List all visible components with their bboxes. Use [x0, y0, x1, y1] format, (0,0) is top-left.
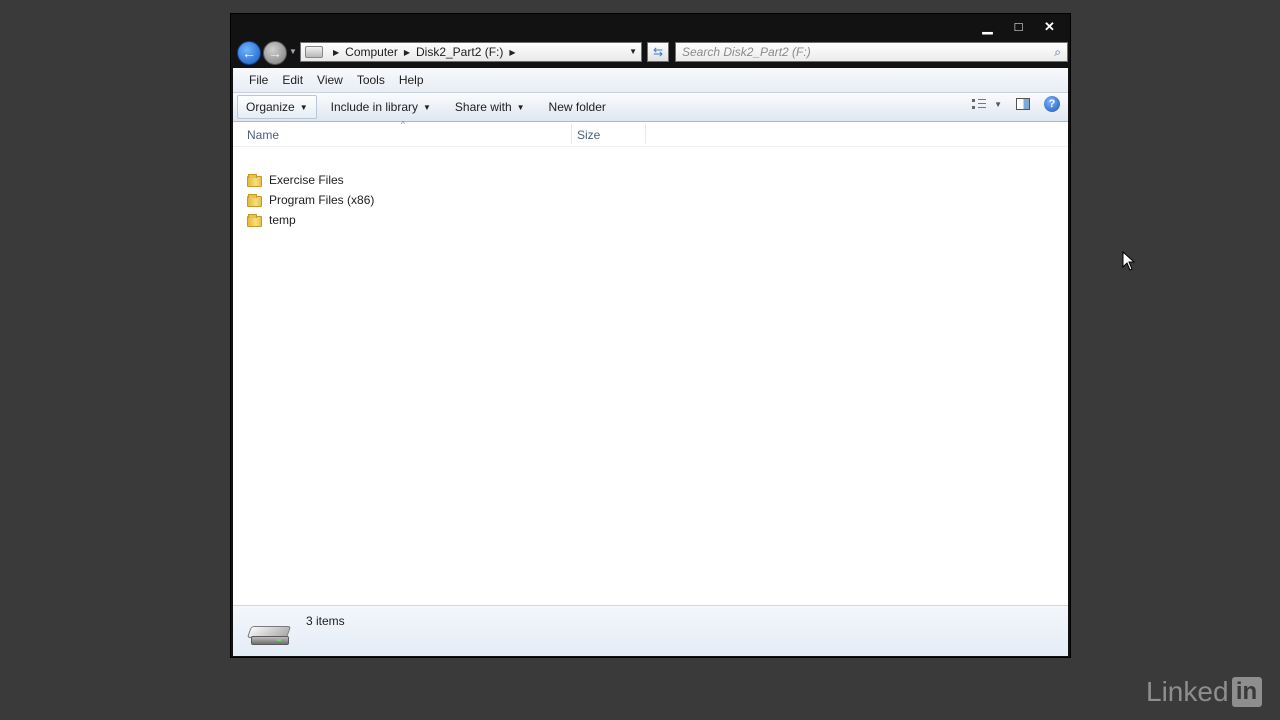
caret-down-icon[interactable]: ▼	[994, 100, 1002, 109]
file-name: Program Files (x86)	[269, 193, 375, 207]
drive-icon	[305, 46, 323, 58]
linkedin-watermark: Linked in	[1146, 676, 1262, 708]
folder-icon	[247, 193, 263, 207]
share-with-label: Share with	[454, 100, 512, 114]
details-view-icon	[972, 99, 987, 109]
address-dropdown-icon[interactable]: ▼	[629, 47, 637, 56]
maximize-button[interactable]: □	[1006, 18, 1031, 35]
help-icon[interactable]: ?	[1044, 96, 1060, 112]
search-icon[interactable]: ⌕	[1054, 45, 1061, 60]
sort-up-icon: ^	[401, 120, 405, 129]
menu-edit[interactable]: Edit	[282, 73, 303, 87]
minimize-button[interactable]: ▁	[975, 18, 1000, 35]
include-in-library-label: Include in library	[330, 100, 418, 114]
breadcrumb-computer[interactable]: Computer	[345, 45, 398, 59]
menu-bar: File Edit View Tools Help	[233, 68, 1068, 93]
chevron-right-icon[interactable]: ▶	[509, 48, 515, 57]
caret-down-icon: ▼	[423, 102, 431, 112]
back-arrow-icon: ←	[242, 45, 256, 61]
folder-icon	[247, 213, 263, 227]
list-item[interactable]: temp	[247, 210, 374, 230]
file-name: Exercise Files	[269, 173, 344, 187]
breadcrumb: ▶ Computer ▶ Disk2_Part2 (F:) ▶	[327, 45, 522, 59]
explorer-window: ▁ □ ✕ ← → ▼ ▶ Computer ▶ Disk2_Part2 (F:…	[230, 13, 1071, 658]
drive-icon	[246, 626, 292, 646]
folder-icon	[247, 173, 263, 187]
recent-pages-dropdown[interactable]: ▼	[289, 47, 297, 56]
explorer-client: File Edit View Tools Help Organize ▼ Incl…	[233, 68, 1068, 656]
menu-tools[interactable]: Tools	[357, 73, 385, 87]
preview-pane-icon[interactable]	[1016, 98, 1030, 110]
item-count: 3 items	[306, 614, 345, 628]
organize-label: Organize	[246, 100, 295, 114]
file-list: Exercise Files Program Files (x86) temp	[247, 170, 374, 230]
list-item[interactable]: Program Files (x86)	[247, 190, 374, 210]
include-in-library-button[interactable]: Include in library ▼	[323, 96, 439, 118]
caret-down-icon: ▼	[516, 102, 525, 112]
column-name[interactable]: Name	[247, 128, 279, 142]
back-button[interactable]: ←	[237, 41, 261, 65]
breadcrumb-drive[interactable]: Disk2_Part2 (F:)	[416, 45, 503, 59]
menu-view[interactable]: View	[317, 73, 343, 87]
organize-button[interactable]: Organize ▼	[237, 95, 317, 119]
menu-help[interactable]: Help	[399, 73, 424, 87]
chevron-right-icon[interactable]: ▶	[404, 48, 410, 57]
column-header: ^ Name Size	[233, 120, 1068, 147]
chevron-right-icon[interactable]: ▶	[333, 48, 339, 57]
watermark-text: Linked	[1146, 676, 1229, 707]
close-button[interactable]: ✕	[1037, 18, 1062, 35]
column-divider[interactable]	[571, 124, 572, 144]
column-size[interactable]: Size	[577, 128, 600, 142]
menu-file[interactable]: File	[249, 73, 268, 87]
new-folder-label: New folder	[548, 100, 606, 114]
refresh-icon: ⇆	[652, 45, 664, 59]
search-input[interactable]	[676, 43, 1042, 61]
details-pane: 3 items	[233, 605, 1068, 656]
command-bar: Organize ▼ Include in library ▼ Share with…	[233, 93, 1068, 122]
navigation-bar: ← → ▼ ▶ Computer ▶ Disk2_Part2 (F:) ▶ ▼ …	[233, 39, 1068, 65]
caption-buttons: ▁ □ ✕	[975, 18, 1062, 35]
change-view-button[interactable]: ▼	[972, 99, 1002, 109]
list-item[interactable]: Exercise Files	[247, 170, 374, 190]
forward-arrow-icon: →	[268, 45, 282, 61]
column-divider[interactable]	[645, 124, 646, 144]
caret-down-icon: ▼	[299, 102, 308, 112]
file-name: temp	[269, 213, 296, 227]
share-with-button[interactable]: Share with ▼	[447, 96, 533, 118]
new-folder-button[interactable]: New folder	[541, 96, 614, 118]
address-bar[interactable]: ▶ Computer ▶ Disk2_Part2 (F:) ▶ ▼	[300, 42, 642, 62]
forward-button[interactable]: →	[263, 41, 287, 65]
search-box[interactable]: ⌕	[675, 42, 1068, 62]
view-tools: ▼ ?	[972, 96, 1060, 112]
refresh-button[interactable]: ⇆	[647, 42, 669, 62]
linkedin-logo-icon: in	[1231, 677, 1262, 707]
